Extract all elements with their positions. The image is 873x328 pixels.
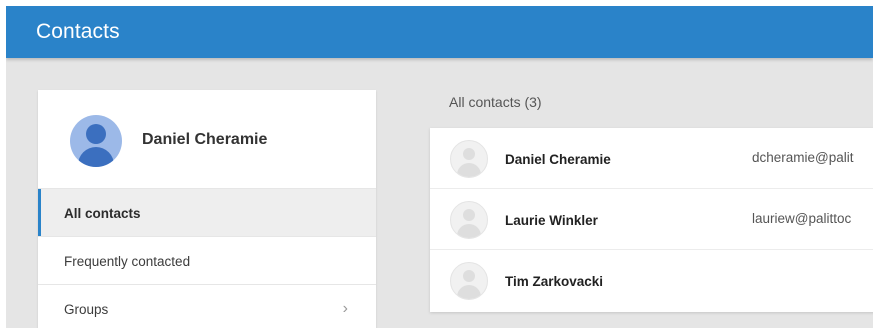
sidebar-card: Daniel Cheramie All contacts Frequently … xyxy=(38,90,376,328)
contact-email: dcheramie@palit xyxy=(752,150,854,165)
sidebar-item-label: All contacts xyxy=(64,206,141,221)
sidebar-item-groups[interactable]: Groups › xyxy=(38,284,376,328)
app-header: Contacts xyxy=(6,6,873,58)
contact-email: lauriew@palittoc xyxy=(752,211,852,226)
sidebar-item-label: Frequently contacted xyxy=(64,254,191,269)
person-placeholder-icon xyxy=(450,140,488,178)
avatar-head-shape xyxy=(86,124,106,144)
user-avatar-icon[interactable] xyxy=(70,115,122,167)
chevron-right-icon: › xyxy=(342,300,348,317)
sidebar-nav: All contacts Frequently contacted Groups… xyxy=(38,188,376,328)
placeholder-head-shape xyxy=(463,270,475,282)
placeholder-head-shape xyxy=(463,209,475,221)
app-title: Contacts xyxy=(36,20,120,43)
contact-name: Tim Zarkovacki xyxy=(505,274,604,289)
sidebar-item-all-contacts[interactable]: All contacts xyxy=(38,188,376,236)
contact-name: Laurie Winkler xyxy=(505,213,598,228)
contacts-count-heading: All contacts (3) xyxy=(449,94,542,110)
placeholder-body-shape xyxy=(457,163,481,177)
contact-row[interactable]: Daniel Cheramie dcheramie@palit xyxy=(430,128,873,189)
sidebar-item-frequently-contacted[interactable]: Frequently contacted xyxy=(38,236,376,284)
person-placeholder-icon xyxy=(450,262,488,300)
contact-name: Daniel Cheramie xyxy=(505,152,611,167)
contacts-app: Contacts Daniel Cheramie All contacts Fr… xyxy=(6,6,873,328)
contact-row[interactable]: Tim Zarkovacki xyxy=(430,250,873,311)
placeholder-body-shape xyxy=(457,285,481,299)
contact-row[interactable]: Laurie Winkler lauriew@palittoc xyxy=(430,189,873,250)
placeholder-body-shape xyxy=(457,224,481,238)
sidebar-item-label: Groups xyxy=(64,302,109,317)
contacts-list: Daniel Cheramie dcheramie@palit Laurie W… xyxy=(430,128,873,312)
profile-name: Daniel Cheramie xyxy=(142,131,268,148)
placeholder-head-shape xyxy=(463,148,475,160)
person-placeholder-icon xyxy=(450,201,488,239)
profile-section: Daniel Cheramie xyxy=(38,90,376,188)
avatar-body-shape xyxy=(78,147,114,167)
